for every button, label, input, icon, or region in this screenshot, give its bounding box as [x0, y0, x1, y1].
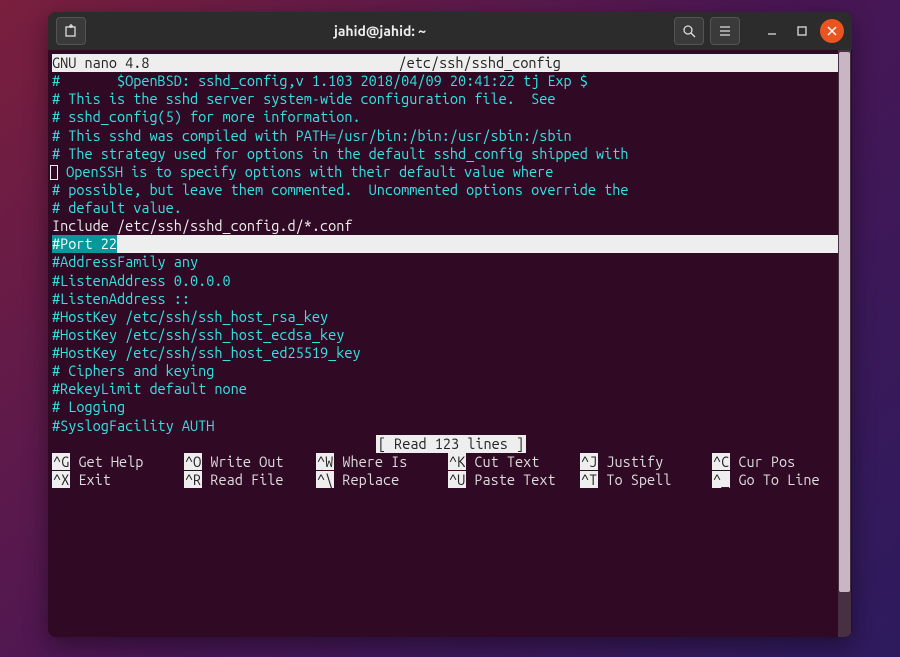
shortcut-label: Read File — [210, 471, 283, 488]
shortcut-paste-text: ^U Paste Text — [448, 471, 576, 489]
file-line: # Ciphers and keying — [52, 362, 850, 380]
shortcut-key: ^U — [448, 471, 466, 488]
shortcut-label: Justify — [606, 453, 663, 470]
file-line: Include /etc/ssh/sshd_config.d/*.conf — [52, 217, 850, 235]
shortcut-justify: ^J Justify — [580, 453, 708, 471]
file-line: # Logging — [52, 398, 850, 416]
titlebar: jahid@jahid: ~ — [48, 12, 852, 50]
terminal-body[interactable]: GNU nano 4.8 /etc/ssh/sshd_config # $Ope… — [48, 50, 852, 637]
hamburger-icon — [718, 24, 732, 38]
nano-status: [ Read 123 lines ] — [376, 435, 526, 453]
shortcut-key: ^\ — [316, 471, 334, 488]
shortcut-label: To Spell — [606, 471, 671, 488]
shortcut-get-help: ^G Get Help — [52, 453, 180, 471]
close-icon — [827, 26, 837, 36]
shortcut-where-is: ^W Where Is — [316, 453, 444, 471]
search-button[interactable] — [674, 17, 704, 45]
shortcut-label: Get Help — [78, 453, 143, 470]
menu-button[interactable] — [710, 17, 740, 45]
highlighted-line: #Port 22 — [52, 235, 850, 253]
close-button[interactable] — [820, 19, 844, 43]
file-line: # sshd_config(5) for more information. — [52, 108, 850, 126]
file-line: # This sshd was compiled with PATH=/usr/… — [52, 127, 850, 145]
new-tab-button[interactable] — [56, 17, 86, 45]
file-line: # This is the sshd server system-wide co… — [52, 90, 850, 108]
maximize-icon — [797, 26, 807, 36]
shortcut-key: ^R — [184, 471, 202, 488]
selection: #Port 22 — [52, 235, 117, 253]
file-line: #HostKey /etc/ssh/ssh_host_ed25519_key — [52, 344, 850, 362]
shortcut-key: ^O — [184, 453, 202, 470]
file-line: OpenSSH is to specify options with their… — [52, 163, 850, 181]
shortcut-go-to-line: ^_ Go To Line — [712, 471, 840, 489]
window-title: jahid@jahid: ~ — [92, 23, 668, 39]
shortcut-label: Cut Text — [474, 453, 539, 470]
shortcut-cut-text: ^K Cut Text — [448, 453, 576, 471]
file-line: # $OpenBSD: sshd_config,v 1.103 2018/04/… — [52, 72, 850, 90]
terminal-window: jahid@jahid: ~ GNU nano 4.8 /etc/ssh/s — [48, 12, 852, 637]
shortcut-key: ^K — [448, 453, 466, 470]
shortcut-label: Cur Pos — [738, 453, 795, 470]
shortcut-label: Replace — [342, 471, 399, 488]
nano-shortcuts: ^G Get Help^O Write Out^W Where Is^K Cut… — [52, 453, 850, 489]
file-line: #SyslogFacility AUTH — [52, 417, 850, 435]
shortcut-label: Exit — [78, 471, 110, 488]
nano-filepath: /etc/ssh/sshd_config — [149, 54, 810, 72]
shortcut-label: Go To Line — [738, 471, 819, 488]
nano-version: GNU nano 4.8 — [52, 54, 149, 72]
shortcut-exit: ^X Exit — [52, 471, 180, 489]
scrollbar-thumb[interactable] — [839, 52, 850, 592]
file-line: # possible, but leave them commented. Un… — [52, 181, 850, 199]
file-line: #HostKey /etc/ssh/ssh_host_ecdsa_key — [52, 326, 850, 344]
file-line: #HostKey /etc/ssh/ssh_host_rsa_key — [52, 308, 850, 326]
maximize-button[interactable] — [790, 19, 814, 43]
file-line: # default value. — [52, 199, 850, 217]
shortcut-label: Write Out — [210, 453, 283, 470]
shortcut-to-spell: ^T To Spell — [580, 471, 708, 489]
search-icon — [682, 24, 696, 38]
shortcut-write-out: ^O Write Out — [184, 453, 312, 471]
shortcut-replace: ^\ Replace — [316, 471, 444, 489]
file-line: #ListenAddress :: — [52, 290, 850, 308]
shortcut-key: ^_ — [712, 471, 730, 488]
shortcut-read-file: ^R Read File — [184, 471, 312, 489]
nano-header: GNU nano 4.8 /etc/ssh/sshd_config — [52, 54, 850, 72]
file-line: #ListenAddress 0.0.0.0 — [52, 272, 850, 290]
minimize-button[interactable] — [760, 19, 784, 43]
shortcut-label: Where Is — [342, 453, 407, 470]
cursor — [50, 165, 58, 180]
shortcut-key: ^G — [52, 453, 70, 470]
shortcut-key: ^X — [52, 471, 70, 488]
shortcut-key: ^W — [316, 453, 334, 470]
scrollbar[interactable] — [838, 50, 851, 637]
shortcut-key: ^C — [712, 453, 730, 470]
new-tab-icon — [64, 24, 78, 38]
file-line: # The strategy used for options in the d… — [52, 145, 850, 163]
minimize-icon — [767, 26, 777, 36]
shortcut-label: Paste Text — [474, 471, 555, 488]
file-line: #AddressFamily any — [52, 253, 850, 271]
shortcut-cur-pos: ^C Cur Pos — [712, 453, 840, 471]
file-line: #RekeyLimit default none — [52, 380, 850, 398]
shortcut-key: ^J — [580, 453, 598, 470]
nano-status-row: [ Read 123 lines ] — [52, 435, 850, 453]
shortcut-key: ^T — [580, 471, 598, 488]
